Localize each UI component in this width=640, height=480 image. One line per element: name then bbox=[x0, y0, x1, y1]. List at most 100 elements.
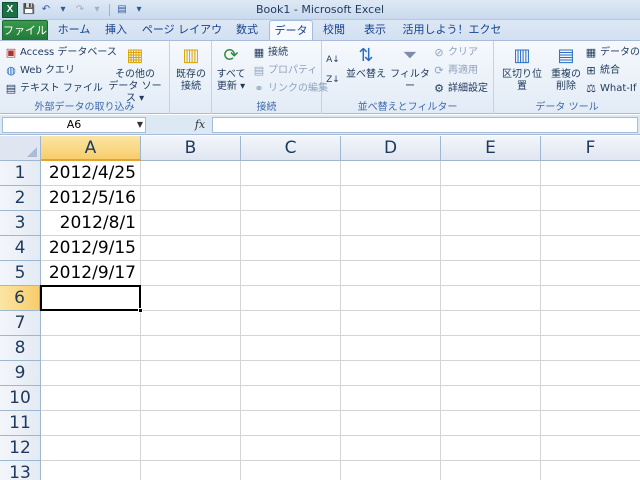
cell-e12[interactable] bbox=[441, 436, 541, 461]
cell-d3[interactable] bbox=[341, 211, 441, 236]
cell-a5[interactable]: 2012/9/17 bbox=[41, 261, 141, 286]
cell-c13[interactable] bbox=[241, 461, 341, 480]
other-sources-button[interactable]: ▦ その他の データ ソース ▾ bbox=[104, 44, 166, 104]
row-header-9[interactable]: 9 bbox=[0, 361, 41, 386]
reapply-button[interactable]: ⟳ 再適用 bbox=[432, 62, 478, 80]
tab-page-layout[interactable]: ページ レイアウト bbox=[138, 20, 226, 56]
insert-function-icon[interactable]: fx bbox=[190, 117, 210, 133]
tab-review[interactable]: 校閲 bbox=[316, 20, 352, 40]
cell-c3[interactable] bbox=[241, 211, 341, 236]
existing-connections-button[interactable]: ▥ 既存の 接続 bbox=[172, 44, 210, 96]
consolidate-button[interactable]: ⊞ 統合 bbox=[584, 62, 620, 80]
edit-links-button[interactable]: ⚭ リンクの編集 bbox=[252, 80, 328, 98]
cell-f10[interactable] bbox=[541, 386, 640, 411]
cell-e2[interactable] bbox=[441, 186, 541, 211]
row-header-3[interactable]: 3 bbox=[0, 211, 41, 236]
cell-a12[interactable] bbox=[41, 436, 141, 461]
cell-f4[interactable] bbox=[541, 236, 640, 261]
properties-button[interactable]: ▤ プロパティ bbox=[252, 62, 318, 80]
row-header-2[interactable]: 2 bbox=[0, 186, 41, 211]
access-database-button[interactable]: ▣ Access データベース bbox=[4, 44, 117, 62]
cell-d4[interactable] bbox=[341, 236, 441, 261]
cell-a3[interactable]: 2012/8/1 bbox=[41, 211, 141, 236]
cell-c11[interactable] bbox=[241, 411, 341, 436]
cell-e1[interactable] bbox=[441, 161, 541, 186]
row-header-10[interactable]: 10 bbox=[0, 386, 41, 411]
tab-formulas[interactable]: 数式 bbox=[228, 20, 266, 40]
cell-b13[interactable] bbox=[141, 461, 241, 480]
column-header-e[interactable]: E bbox=[441, 136, 541, 161]
tab-home[interactable]: ホーム bbox=[52, 20, 96, 40]
connections-button[interactable]: ▦ 接続 bbox=[252, 44, 288, 62]
cell-d5[interactable] bbox=[341, 261, 441, 286]
cell-b9[interactable] bbox=[141, 361, 241, 386]
cell-e13[interactable] bbox=[441, 461, 541, 480]
formula-input[interactable] bbox=[212, 117, 638, 133]
cell-d2[interactable] bbox=[341, 186, 441, 211]
cell-d11[interactable] bbox=[341, 411, 441, 436]
row-header-13[interactable]: 13 bbox=[0, 461, 41, 480]
tab-view[interactable]: 表示 bbox=[356, 20, 394, 40]
text-file-button[interactable]: ▤ テキスト ファイル bbox=[4, 80, 103, 98]
cell-a11[interactable] bbox=[41, 411, 141, 436]
cell-d7[interactable] bbox=[341, 311, 441, 336]
cell-d12[interactable] bbox=[341, 436, 441, 461]
cell-c1[interactable] bbox=[241, 161, 341, 186]
cell-a10[interactable] bbox=[41, 386, 141, 411]
row-header-12[interactable]: 12 bbox=[0, 436, 41, 461]
text-to-columns-button[interactable]: ▥ 区切り位置 bbox=[498, 44, 546, 96]
remove-duplicates-button[interactable]: ▤ 重複の 削除 bbox=[548, 44, 584, 96]
data-validation-button[interactable]: ▦ データの入 bbox=[584, 44, 640, 62]
cell-d13[interactable] bbox=[341, 461, 441, 480]
tab-file[interactable]: ファイル bbox=[2, 20, 48, 40]
name-box[interactable]: A6 ▼ bbox=[2, 117, 146, 133]
tab-data[interactable]: データ bbox=[269, 20, 313, 41]
cell-b5[interactable] bbox=[141, 261, 241, 286]
row-header-11[interactable]: 11 bbox=[0, 411, 41, 436]
cell-c7[interactable] bbox=[241, 311, 341, 336]
column-header-d[interactable]: D bbox=[341, 136, 441, 161]
cell-a7[interactable] bbox=[41, 311, 141, 336]
sort-descending-button[interactable]: Z↓ bbox=[326, 71, 340, 89]
cell-a9[interactable] bbox=[41, 361, 141, 386]
cell-e6[interactable] bbox=[441, 286, 541, 311]
cell-f2[interactable] bbox=[541, 186, 640, 211]
row-header-6[interactable]: 6 bbox=[0, 286, 41, 311]
cell-f5[interactable] bbox=[541, 261, 640, 286]
cell-c2[interactable] bbox=[241, 186, 341, 211]
sort-button[interactable]: ⇅ 並べ替え bbox=[346, 44, 386, 96]
filter-button[interactable]: ⏷ フィルター bbox=[390, 44, 430, 96]
select-all-button[interactable] bbox=[0, 136, 41, 161]
column-header-f[interactable]: F bbox=[541, 136, 640, 161]
cell-c10[interactable] bbox=[241, 386, 341, 411]
cell-c12[interactable] bbox=[241, 436, 341, 461]
web-query-button[interactable]: ◍ Web クエリ bbox=[4, 62, 75, 80]
cell-d1[interactable] bbox=[341, 161, 441, 186]
cell-f7[interactable] bbox=[541, 311, 640, 336]
cell-e4[interactable] bbox=[441, 236, 541, 261]
cell-a6[interactable] bbox=[40, 285, 141, 311]
cell-b4[interactable] bbox=[141, 236, 241, 261]
cell-b2[interactable] bbox=[141, 186, 241, 211]
cell-d6[interactable] bbox=[341, 286, 441, 311]
cell-b6[interactable] bbox=[141, 286, 241, 311]
cell-f8[interactable] bbox=[541, 336, 640, 361]
cell-c6[interactable] bbox=[241, 286, 341, 311]
cell-a8[interactable] bbox=[41, 336, 141, 361]
cell-f9[interactable] bbox=[541, 361, 640, 386]
clear-filter-button[interactable]: ⊘ クリア bbox=[432, 44, 478, 62]
row-header-7[interactable]: 7 bbox=[0, 311, 41, 336]
cell-e3[interactable] bbox=[441, 211, 541, 236]
cell-d10[interactable] bbox=[341, 386, 441, 411]
refresh-all-button[interactable]: ⟳ すべて 更新 ▾ bbox=[214, 44, 248, 96]
row-header-5[interactable]: 5 bbox=[0, 261, 41, 286]
cell-c4[interactable] bbox=[241, 236, 341, 261]
advanced-filter-button[interactable]: ⚙ 詳細設定 bbox=[432, 80, 488, 98]
cell-b8[interactable] bbox=[141, 336, 241, 361]
row-header-8[interactable]: 8 bbox=[0, 336, 41, 361]
cell-a1[interactable]: 2012/4/25 bbox=[41, 161, 141, 186]
cell-f13[interactable] bbox=[541, 461, 640, 480]
cell-e8[interactable] bbox=[441, 336, 541, 361]
cell-f11[interactable] bbox=[541, 411, 640, 436]
cell-a4[interactable]: 2012/9/15 bbox=[41, 236, 141, 261]
